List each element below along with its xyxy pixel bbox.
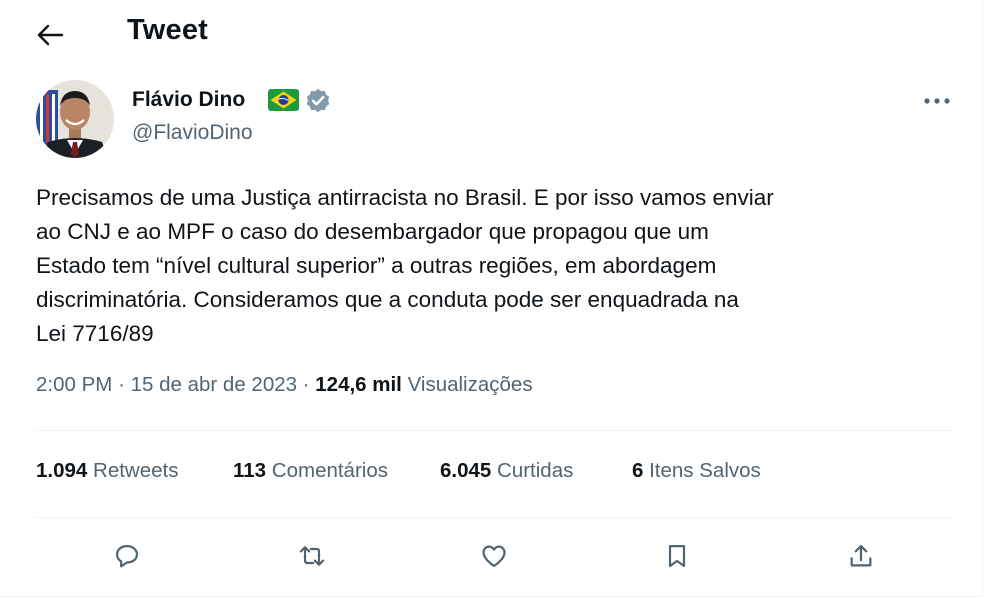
tweet-text-line: discriminatória. Consideramos que a cond… <box>36 287 739 312</box>
tweet-text-line: Precisamos de uma Justiça antirracista n… <box>36 185 774 210</box>
retweets-label: Retweets <box>93 459 179 482</box>
author-name[interactable]: Flávio Dino <box>132 88 245 112</box>
back-button[interactable] <box>30 17 70 53</box>
tweet-meta: 2:00 PM · 15 de abr de 2023 · 124,6 mil … <box>36 373 533 397</box>
tweet-text-line: Lei 7716/89 <box>36 321 154 346</box>
retweets-count: 1.094 <box>36 459 88 482</box>
more-button[interactable] <box>918 86 956 116</box>
retweet-button[interactable] <box>290 534 334 578</box>
tweet-date[interactable]: 15 de abr de 2023 <box>131 373 297 396</box>
retweet-icon <box>299 546 325 566</box>
tweet-detail-page: Tweet Flávio Dino @FlavioDino Precisamos… <box>0 0 983 597</box>
comments-stat[interactable]: 113 Comentários <box>233 459 388 483</box>
likes-count: 6.045 <box>440 459 492 482</box>
likes-stat[interactable]: 6.045 Curtidas <box>440 459 573 483</box>
heart-icon <box>482 545 506 568</box>
avatar-photo <box>36 80 114 158</box>
author-handle[interactable]: @FlavioDino <box>132 121 253 145</box>
comments-label: Comentários <box>271 459 388 482</box>
action-bar <box>0 534 984 578</box>
tweet-text-line: Estado tem “nível cultural superior” a o… <box>36 253 717 278</box>
top-bar: Tweet <box>0 0 984 70</box>
arrow-left-icon <box>37 24 64 46</box>
tweet-text: Precisamos de uma Justiça antirracista n… <box>36 181 966 351</box>
comments-count: 113 <box>233 459 267 482</box>
views-label: Visualizações <box>407 373 533 396</box>
tweet-text-line: ao CNJ e ao MPF o caso do desembargador … <box>36 219 709 244</box>
saved-label: Itens Salvos <box>649 459 761 482</box>
avatar[interactable] <box>36 80 114 158</box>
likes-label: Curtidas <box>497 459 574 482</box>
share-button[interactable] <box>839 534 883 578</box>
verified-badge-icon <box>306 88 330 113</box>
meta-separator: · <box>302 373 310 396</box>
saved-stat[interactable]: 6 Itens Salvos <box>632 459 761 483</box>
retweets-stat[interactable]: 1.094 Retweets <box>36 459 178 483</box>
views-count: 124,6 mil <box>315 373 402 396</box>
divider <box>36 517 954 518</box>
bookmark-button[interactable] <box>655 534 699 578</box>
more-horizontal-icon <box>924 98 950 104</box>
meta-separator: · <box>118 373 125 396</box>
divider <box>36 430 954 431</box>
like-button[interactable] <box>472 534 516 578</box>
share-icon <box>850 544 872 567</box>
tweet-time[interactable]: 2:00 PM <box>36 373 112 396</box>
page-title: Tweet <box>127 14 209 46</box>
bookmark-icon <box>668 544 686 568</box>
reply-button[interactable] <box>105 534 149 578</box>
brazil-flag-icon <box>268 89 299 111</box>
reply-icon <box>115 544 139 568</box>
saved-count: 6 <box>632 459 644 482</box>
